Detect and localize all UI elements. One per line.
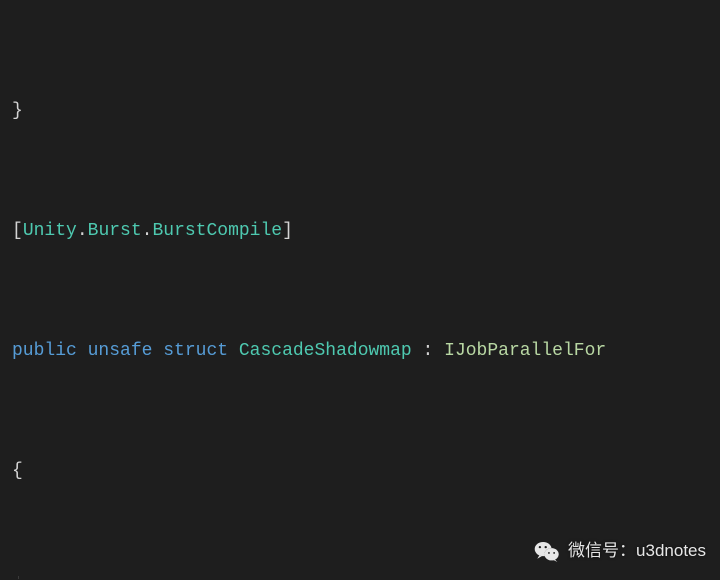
keyword: unsafe	[88, 341, 153, 361]
keyword: struct	[163, 341, 228, 361]
code-editor: } [Unity.Burst.BurstCompile] public unsa…	[0, 0, 720, 580]
watermark-label: 微信号：u3dnotes	[568, 536, 706, 566]
code-line: }	[12, 96, 720, 126]
brace-open: {	[12, 461, 23, 481]
brace-close: }	[12, 101, 23, 121]
attr-namespace: Unity	[23, 221, 77, 241]
code-line: {	[12, 456, 720, 486]
wechat-icon	[534, 540, 560, 562]
code-line: public unsafe struct CascadeShadowmap : …	[12, 336, 720, 366]
interface-name: IJobParallelFor	[444, 341, 606, 361]
watermark: 微信号：u3dnotes	[534, 536, 706, 566]
bracket-close: ]	[282, 221, 293, 241]
bracket-open: [	[12, 221, 23, 241]
struct-name: CascadeShadowmap	[239, 341, 412, 361]
code-line: [Unity.Burst.BurstCompile]	[12, 216, 720, 246]
attr-name: BurstCompile	[152, 221, 282, 241]
keyword: public	[12, 341, 77, 361]
attr-namespace: Burst	[88, 221, 142, 241]
code-line: public int resolution;	[12, 576, 720, 580]
